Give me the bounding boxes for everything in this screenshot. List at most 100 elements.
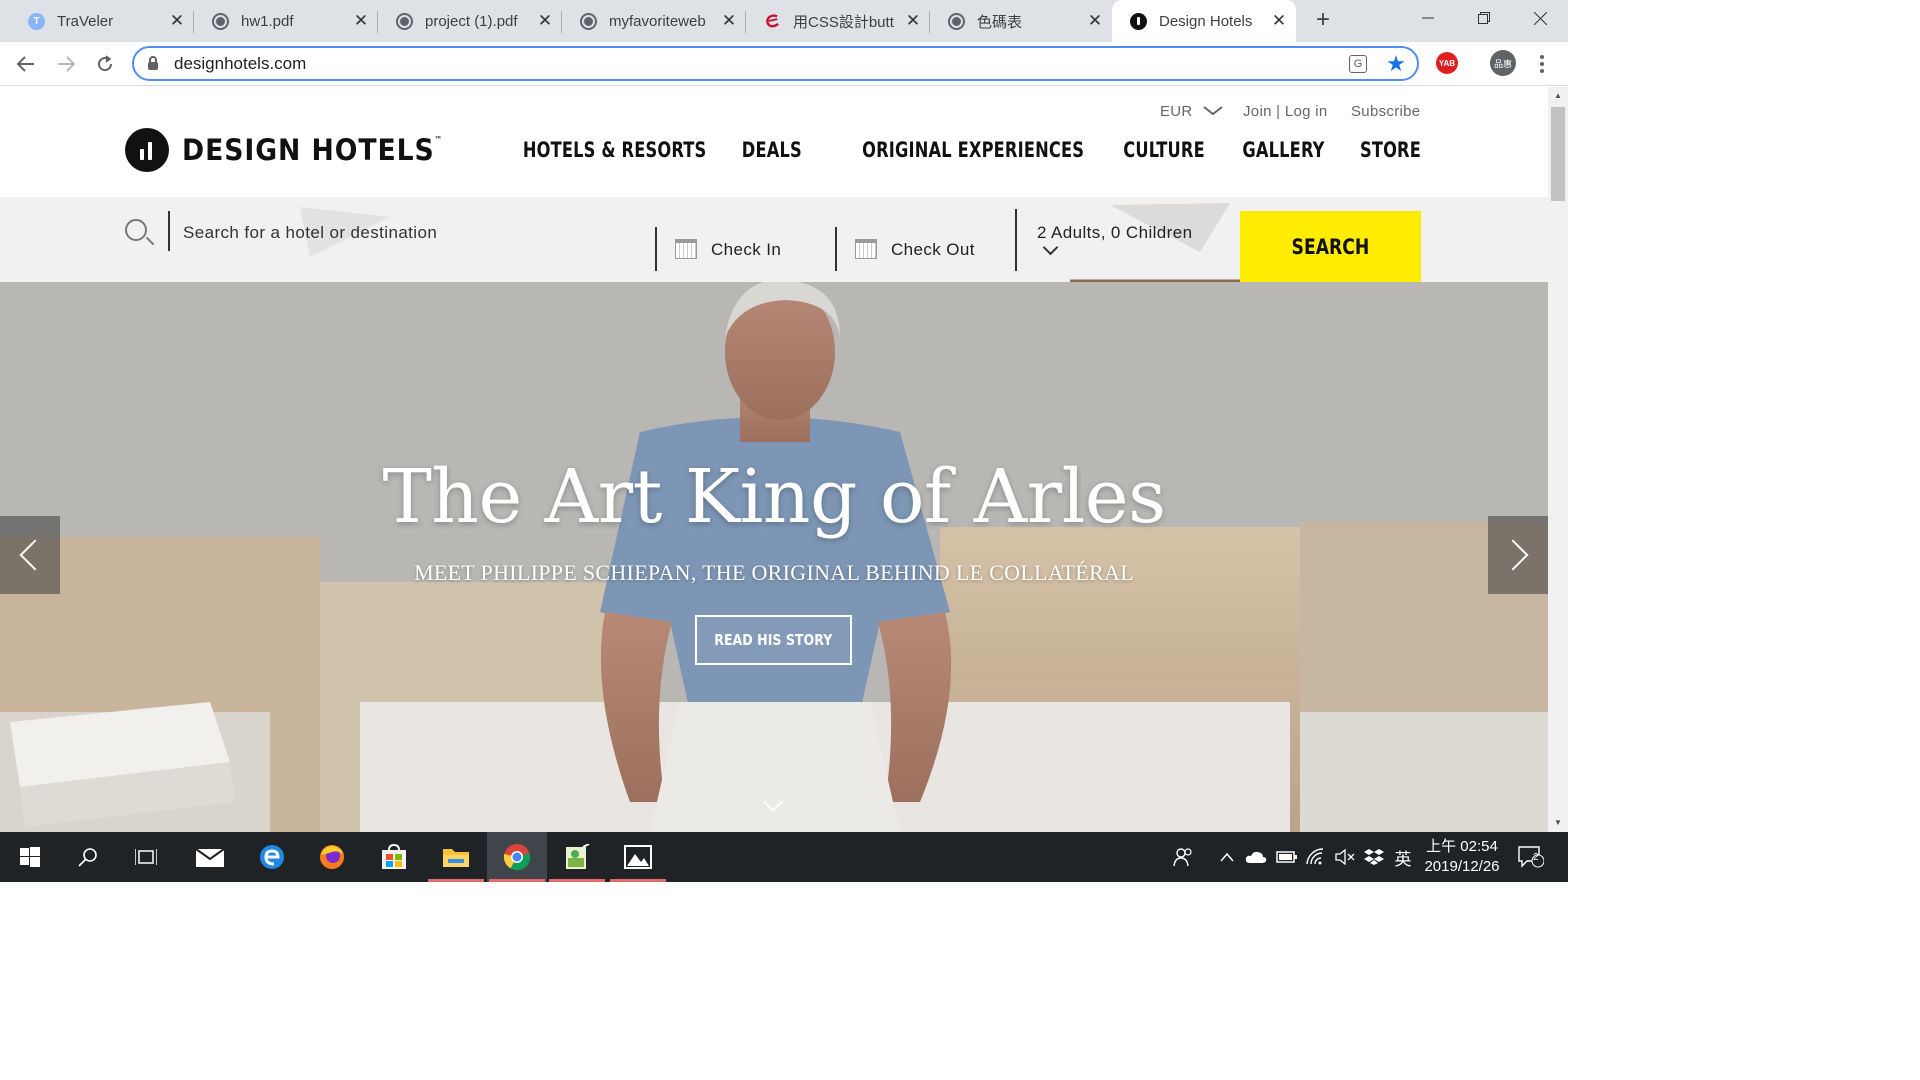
close-icon[interactable]: ✕ [1266, 11, 1292, 31]
close-icon[interactable]: ✕ [348, 11, 374, 31]
tab-design-hotels[interactable]: Design Hotels ✕ [1112, 0, 1296, 42]
restore-icon [1478, 12, 1490, 24]
search-icon [78, 848, 97, 867]
site-logo[interactable]: DESIGN HOTELS™ [125, 128, 466, 172]
subscribe-link[interactable]: Subscribe [1351, 103, 1420, 120]
nav-deals[interactable]: DEALS [741, 138, 801, 162]
tab-title: myfavoriteweb [609, 12, 706, 30]
dropbox-icon[interactable] [1363, 846, 1385, 868]
search-taskbar-button[interactable] [58, 832, 118, 882]
minimize-button[interactable] [1400, 0, 1456, 36]
scroll-up-arrow-icon[interactable]: ▲ [1548, 87, 1568, 105]
logo-text: DESIGN HOTELS™ [182, 133, 443, 167]
nav-gallery[interactable]: GALLERY [1243, 138, 1325, 162]
search-button[interactable]: SEARCH [1240, 211, 1421, 282]
ime-language-indicator[interactable]: 英 [1392, 846, 1414, 869]
task-view-button[interactable] [116, 832, 176, 882]
main-nav: HOTELS & RESORTS DEALS ORIGINAL EXPERIEN… [493, 138, 1421, 162]
tab-hw1[interactable]: hw1.pdf ✕ [194, 0, 378, 42]
hotel-search-bar: Search for a hotel or destination Check … [0, 197, 1548, 282]
start-button[interactable] [0, 832, 60, 882]
nav-original-experiences[interactable]: ORIGINAL EXPERIENCES [863, 138, 1085, 162]
destination-input[interactable]: Search for a hotel or destination [183, 223, 437, 243]
tab-title: hw1.pdf [241, 12, 294, 30]
people-icon[interactable] [1172, 846, 1194, 868]
guests-selector[interactable]: 2 Adults, 0 Children [1037, 223, 1192, 243]
page-scrollbar[interactable]: ▲ ▼ [1548, 87, 1568, 832]
search-icon [125, 219, 147, 241]
lock-icon [148, 55, 158, 70]
nav-culture[interactable]: CULTURE [1123, 138, 1205, 162]
forward-button[interactable] [50, 48, 82, 80]
tab-myfavoriteweb[interactable]: myfavoriteweb ✕ [562, 0, 746, 42]
t-letter-icon: T [28, 12, 45, 30]
tab-project-pdf[interactable]: project (1).pdf ✕ [378, 0, 562, 42]
tab-color-chart[interactable]: 色碼表 ✕ [930, 0, 1112, 42]
notifications-icon[interactable]: 2 [1517, 846, 1545, 868]
reload-button[interactable] [89, 48, 121, 80]
carousel-next-button[interactable] [1488, 516, 1548, 594]
scrollbar-thumb[interactable] [1551, 107, 1565, 201]
system-clock[interactable]: 上午 02:54 2019/12/26 [1418, 837, 1506, 877]
scroll-down-arrow-icon[interactable]: ▼ [1548, 814, 1568, 832]
currency-selector[interactable]: EUR [1160, 103, 1223, 120]
browser-toolbar: designhotels.com G ★ YAB 品惠 [0, 42, 1568, 86]
tab-css-button[interactable]: 用CSS設計butt ✕ [746, 0, 930, 42]
close-icon[interactable]: ✕ [164, 11, 190, 31]
volume-muted-icon[interactable] [1334, 846, 1356, 868]
globe-icon [580, 12, 597, 30]
edge-icon [260, 845, 284, 869]
bookmark-star-icon[interactable]: ★ [1385, 51, 1407, 76]
url-text[interactable]: designhotels.com [174, 54, 306, 74]
yab-extension-icon[interactable]: YAB [1436, 52, 1458, 74]
wifi-icon[interactable] [1305, 846, 1327, 868]
check-in-field[interactable]: Check In [711, 240, 781, 260]
mail-icon [195, 848, 225, 867]
translate-icon[interactable]: G [1349, 55, 1367, 73]
clock-date: 2019/12/26 [1424, 858, 1500, 875]
chevron-up-icon[interactable] [1216, 846, 1238, 868]
battery-icon[interactable] [1276, 846, 1298, 868]
read-story-button[interactable]: READ HIS STORY [695, 615, 852, 665]
new-tab-button[interactable]: + [1310, 8, 1336, 34]
nav-hotels-resorts[interactable]: HOTELS & RESORTS [523, 138, 707, 162]
close-icon[interactable]: ✕ [716, 11, 742, 31]
hero-carousel: The Art King of Arles MEET PHILIPPE SCHI… [0, 282, 1548, 832]
design-hotels-logo-icon [125, 128, 169, 172]
photos-app-button[interactable] [608, 832, 668, 882]
store-app-button[interactable] [364, 832, 424, 882]
firefox-icon [320, 845, 344, 869]
back-button[interactable] [10, 48, 42, 80]
store-icon [382, 844, 406, 869]
web-page: EUR Join | Log in Subscribe DESIGN HOTEL… [0, 87, 1548, 832]
windows-taskbar: 英 上午 02:54 2019/12/26 2 [0, 832, 1568, 882]
nav-store[interactable]: STORE [1360, 138, 1421, 162]
close-icon[interactable]: ✕ [532, 11, 558, 31]
address-bar[interactable]: designhotels.com G ★ [132, 46, 1419, 81]
carousel-prev-button[interactable] [0, 516, 60, 594]
globe-icon [396, 12, 413, 30]
chrome-app-button[interactable] [487, 832, 547, 882]
close-icon[interactable]: ✕ [900, 11, 926, 31]
close-window-button[interactable] [1512, 0, 1568, 36]
chevron-down-icon [1203, 106, 1223, 116]
task-view-icon [135, 849, 157, 865]
file-explorer-app-button[interactable] [426, 832, 486, 882]
join-login-link[interactable]: Join | Log in [1243, 103, 1328, 120]
onedrive-cloud-icon[interactable] [1245, 846, 1267, 868]
profile-avatar[interactable]: 品惠 [1490, 50, 1516, 76]
code-editor-app-button[interactable] [547, 832, 607, 882]
minimize-icon [1422, 17, 1434, 19]
restore-button[interactable] [1456, 0, 1512, 36]
close-icon[interactable]: ✕ [1082, 11, 1108, 31]
browser-menu-icon[interactable] [1532, 48, 1552, 80]
calendar-icon [855, 239, 877, 259]
clock-time: 上午 02:54 [1426, 838, 1498, 855]
tab-traveler[interactable]: T TraVeler ✕ [10, 0, 194, 42]
mail-app-button[interactable] [180, 832, 240, 882]
check-out-field[interactable]: Check Out [891, 240, 975, 260]
notifications-count: 2 [1533, 852, 1539, 863]
hero-photo [0, 282, 1548, 832]
firefox-app-button[interactable] [302, 832, 362, 882]
edge-app-button[interactable] [242, 832, 302, 882]
